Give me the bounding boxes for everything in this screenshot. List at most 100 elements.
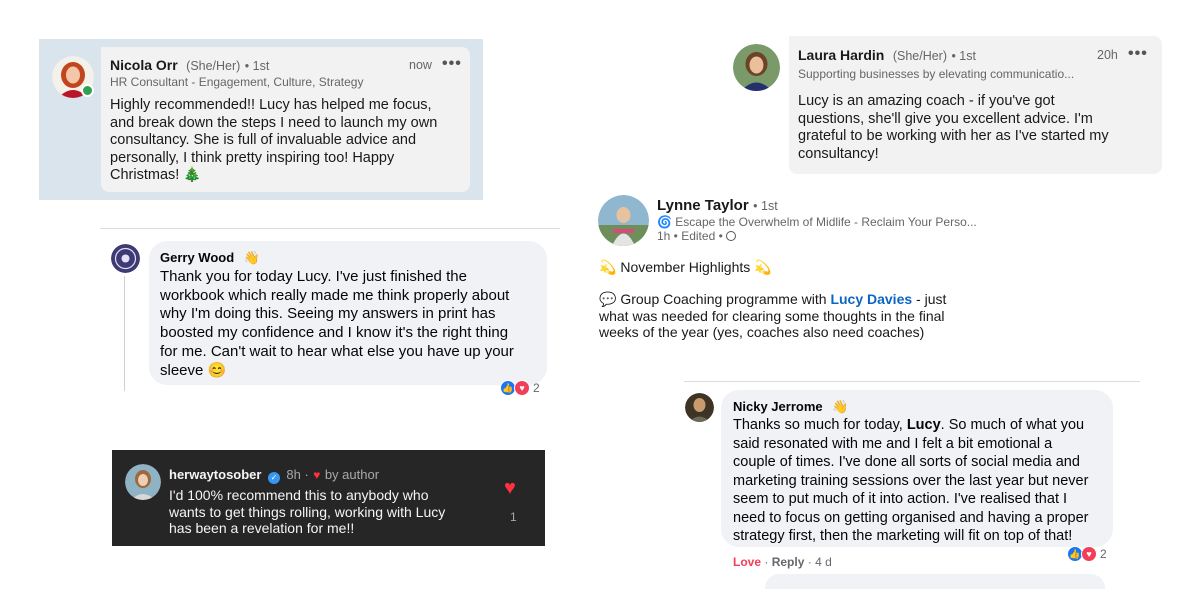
comment-line: Christmas! 🎄 [110, 167, 202, 183]
ig-meta-row: herwaytosober ✓ 8h · ♥ by author [169, 466, 379, 484]
ig-like-count: 1 [510, 510, 517, 524]
ig-timestamp: 8h · [286, 467, 309, 482]
laura-comment-text: Lucy is an amazing coach - if you've got… [798, 93, 1158, 163]
wave-badge-icon: 👋 [832, 399, 849, 414]
lynne-highlights-row: 💫 November Highlights 💫 [599, 259, 772, 276]
comment-line: questions, she'll give you excellent adv… [798, 110, 1093, 127]
nicky-actions-row: Love · Reply · 4 d [733, 555, 832, 569]
herwaytosober-avatar[interactable] [125, 464, 161, 500]
comment-line: workbook which really made me think prop… [160, 286, 510, 304]
lynne-post-body: 💬 Group Coaching programme with Lucy Dav… [599, 291, 999, 341]
comment-line: strategy first, then the marketing will … [733, 528, 1073, 544]
spiral-icon: 🌀 [657, 215, 672, 229]
ig-by-author: by author [324, 467, 380, 482]
comment-line: has been a revelation for me!! [169, 520, 355, 536]
comment-line: Thanks so much for today, Lucy. So much … [733, 416, 1111, 435]
comment-line: sleeve 😊 [160, 361, 227, 379]
post-line: 💬 Group Coaching programme with Lucy Dav… [599, 291, 999, 308]
speech-bubble-icon: 💬 [599, 291, 617, 307]
love-reaction-icon: ♥ [514, 380, 530, 396]
reaction-count: 2 [1100, 547, 1107, 561]
ig-username[interactable]: herwaytosober [169, 467, 261, 482]
laura-pronouns: (She/Her) [892, 49, 947, 63]
comment-line: couple of times. I've done all sorts of … [733, 454, 1080, 470]
laura-name[interactable]: Laura Hardin [798, 47, 884, 63]
nicola-name-row: Nicola Orr (She/Her) • 1st [110, 57, 269, 75]
comment-line: grateful to be working with her as I've … [798, 128, 1109, 144]
nicola-name[interactable]: Nicola Orr [110, 57, 178, 73]
laura-degree: • 1st [951, 49, 976, 63]
lynne-avatar[interactable] [598, 195, 649, 246]
comment-line: need to focus on getting organised and h… [733, 509, 1089, 526]
comment-line: why I'm doing this. Seeing my answers in… [160, 305, 496, 323]
gerry-avatar[interactable] [111, 244, 140, 273]
nicky-name-row: Nicky Jerrome 👋 [733, 398, 848, 416]
laura-timestamp: 20h [1097, 48, 1118, 62]
nicola-headline: HR Consultant - Engagement, Culture, Str… [110, 75, 364, 89]
post-line: weeks of the year (yes, coaches also nee… [599, 324, 925, 340]
comment-line: said resonated with me and I felt a bit … [733, 435, 1053, 452]
lynne-meta: 1h • Edited • [657, 229, 723, 243]
online-status-dot [81, 84, 94, 97]
highlights-text: November Highlights [620, 259, 751, 275]
nicky-avatar[interactable] [685, 393, 714, 422]
gerry-comment-text: Thank you for today Lucy. I've just fini… [160, 268, 545, 380]
laura-avatar[interactable] [733, 44, 780, 91]
nicola-degree: • 1st [244, 59, 270, 73]
lynne-headline-row: 🌀 Escape the Overwhelm of Midlife - Recl… [657, 215, 977, 229]
dizzy-icon: 💫 [754, 259, 772, 275]
comment-line: I'd 100% recommend this to anybody who [169, 487, 429, 503]
comment-line: consultancy! [798, 145, 879, 162]
section-divider [684, 381, 1140, 382]
lynne-headline: Escape the Overwhelm of Midlife - Reclai… [675, 215, 977, 229]
next-comment-bubble-edge [765, 574, 1105, 589]
comment-line: for me. Can't wait to hear what else you… [160, 342, 514, 360]
comment-line: Thank you for today Lucy. I've just fini… [160, 268, 467, 285]
gerry-reactions[interactable]: 👍 ♥ 2 [500, 380, 540, 396]
lynne-meta-row: 1h • Edited • [657, 229, 737, 243]
lynne-name-row: Lynne Taylor • 1st [657, 197, 778, 215]
gerry-name-row: Gerry Wood 👋 [160, 249, 260, 267]
comment-line: personally, I think pretty inspiring too… [110, 149, 395, 166]
comment-line: consultancy. She is full of invaluable a… [110, 132, 417, 148]
comment-line: wants to get things rolling, working wit… [169, 503, 446, 520]
nicky-name[interactable]: Nicky Jerrome [733, 399, 823, 414]
nicola-more-icon[interactable]: ••• [442, 55, 462, 73]
post-text-suffix: - just [912, 291, 947, 307]
post-text-prefix: Group Coaching programme with [620, 291, 827, 307]
comment-line: and break down the steps I need to launc… [110, 114, 438, 131]
heart-icon: ♥ [313, 468, 321, 482]
lucy-mention[interactable]: Lucy [907, 417, 941, 433]
section-divider [100, 228, 560, 229]
comment-prefix: Thanks so much for today, [733, 417, 907, 433]
reaction-count: 2 [533, 381, 540, 395]
post-line: what was needed for clearing some though… [599, 307, 945, 324]
nicola-comment-text: Highly recommended!! Lucy has helped me … [110, 97, 465, 185]
lucy-davies-mention-link[interactable]: Lucy Davies [830, 291, 912, 307]
nicky-comment-text: Thanks so much for today, Lucy. So much … [733, 416, 1111, 546]
lynne-degree: • 1st [753, 199, 778, 213]
comment-line: Lucy is an amazing coach - if you've got [798, 93, 1055, 109]
comment-line: Highly recommended!! Lucy has helped me … [110, 97, 432, 113]
laura-name-row: Laura Hardin (She/Her) • 1st [798, 47, 976, 65]
comment-line: boosted my confidence and I know it's th… [160, 324, 509, 342]
nicola-pronouns: (She/Her) [186, 59, 241, 73]
love-reaction-icon: ♥ [1081, 546, 1097, 562]
laura-headline: Supporting businesses by elevating commu… [798, 67, 1075, 81]
lynne-name[interactable]: Lynne Taylor [657, 197, 749, 214]
globe-icon [726, 231, 737, 241]
reply-button[interactable]: Reply [772, 555, 805, 569]
verified-badge-icon: ✓ [267, 472, 280, 484]
laura-more-icon[interactable]: ••• [1128, 45, 1148, 63]
comment-suffix: . So much of what you [940, 417, 1085, 433]
like-heart-icon[interactable]: ♥ [504, 478, 516, 498]
ig-comment-text: I'd 100% recommend this to anybody who w… [169, 487, 489, 537]
nicola-timestamp: now [409, 58, 432, 72]
comment-line: seem to put much of it into action. I've… [733, 491, 1068, 507]
nicky-reactions[interactable]: 👍 ♥ 2 [1067, 546, 1107, 562]
dizzy-icon: 💫 [599, 259, 617, 275]
comment-line: marketing training sessions over the las… [733, 472, 1089, 489]
love-button[interactable]: Love [733, 555, 761, 569]
comment-age: · 4 d [807, 555, 832, 569]
gerry-name[interactable]: Gerry Wood [160, 250, 234, 265]
